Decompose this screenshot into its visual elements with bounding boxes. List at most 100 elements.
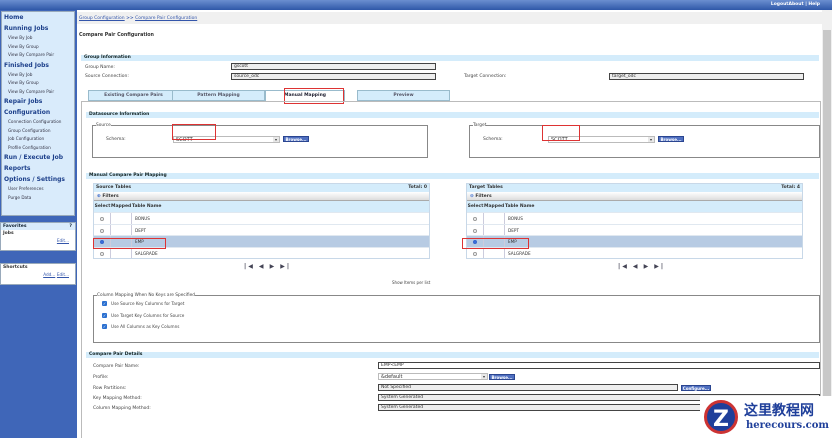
help-link[interactable]: Help (808, 2, 820, 7)
table-name-cell: SALGRADE (508, 250, 531, 256)
target-browse-button[interactable]: Browse... (658, 136, 684, 142)
profile-select[interactable]: &default ▾ (378, 373, 488, 380)
nav-options[interactable]: Options / Settings (2, 174, 74, 185)
group-info-header: Group Information (81, 55, 819, 61)
source-fieldset: Source Schema: SCOTT ▾ Browse... (92, 123, 428, 158)
row-radio[interactable] (94, 247, 111, 258)
breadcrumb-group-config[interactable]: Group Configuration (79, 16, 125, 21)
target-schema-label: Schema: (483, 137, 503, 142)
checkbox-label: Use Source Key Columns for Target (111, 301, 185, 307)
chevron-down-icon: ▾ (648, 137, 654, 142)
shortcuts-add-link[interactable]: Add... (43, 272, 55, 277)
table-row[interactable]: BONUS (467, 212, 802, 224)
mapped-cell (484, 224, 505, 235)
about-link[interactable]: About (788, 2, 803, 7)
nav-group-config[interactable]: Group Configuration (2, 127, 74, 136)
col-mapped[interactable]: Mapped (484, 201, 505, 212)
checkmark-icon: ✓ (102, 312, 107, 318)
source-browse-button[interactable]: Browse... (283, 136, 309, 142)
highlight-box (172, 124, 216, 140)
watermark-cn: 这里教程网 (744, 403, 814, 419)
mapped-cell (111, 213, 132, 224)
source-legend: Source (96, 123, 111, 128)
shortcuts-edit-link[interactable]: Edit... (57, 272, 69, 277)
table-row[interactable]: DEPT (94, 223, 429, 235)
nav-finished-by-pair[interactable]: View By Compare Pair (2, 88, 74, 97)
column-mapping-fieldset: Column Mapping When No Keys are Specifie… (93, 293, 820, 343)
mapping-header: Manual Compare Pair Mapping (86, 173, 819, 179)
filters-label: Filters (475, 194, 492, 199)
plus-circle-icon: ⊕ (97, 194, 101, 199)
row-partitions-label: Row Partitions: (93, 386, 127, 391)
nav-purge-data[interactable]: Purge Data (2, 194, 74, 203)
nav-user-preferences[interactable]: User Preferences (2, 185, 74, 194)
nav-running-by-job[interactable]: View By Job (2, 34, 74, 43)
target-tables-title: Target Tables (469, 185, 503, 190)
compare-pair-name-input[interactable]: EMP<EMP (378, 362, 820, 369)
col-select[interactable]: Select (467, 201, 484, 212)
nav-run-execute[interactable]: Run / Execute Job (2, 152, 74, 163)
target-fieldset: Target Schema: SCOTT ▾ Browse... (469, 123, 820, 158)
col-select[interactable]: Select (94, 201, 111, 212)
logout-link[interactable]: Logout (771, 2, 789, 7)
col-table-name[interactable]: Table Name (132, 201, 161, 212)
column-mapping-legend: Column Mapping When No Keys are Specifie… (97, 293, 195, 298)
nav-running-by-group[interactable]: View By Group (2, 43, 74, 52)
use-target-key-checkbox[interactable]: ✓ Use Target Key Columns for Source (94, 310, 819, 322)
nav-finished-jobs[interactable]: Finished Jobs (2, 60, 74, 71)
nav-home[interactable]: Home (2, 12, 74, 23)
target-filters-toggle[interactable]: ⊖ Filters (467, 192, 802, 201)
nav-running-jobs[interactable]: Running Jobs (2, 23, 74, 34)
source-schema-label: Schema: (106, 137, 126, 142)
help-icon[interactable]: ? (69, 223, 72, 230)
breadcrumb-compare-pair[interactable]: Compare Pair Configuration (135, 16, 197, 21)
breadcrumb: Group Configuration >> Compare Pair Conf… (77, 12, 822, 24)
source-filters-toggle[interactable]: ⊕ Filters (94, 192, 429, 201)
nav-reports[interactable]: Reports (2, 163, 74, 174)
scrollbar-thumb[interactable] (823, 30, 831, 420)
target-connection-field: target_odc (609, 73, 804, 80)
col-mapped[interactable]: Mapped (111, 201, 132, 212)
table-row[interactable]: BONUS (94, 212, 429, 224)
favorites-edit-link[interactable]: Edit... (57, 238, 69, 243)
source-pager[interactable]: |◀ ◀ ▶ ▶| (244, 263, 291, 270)
profile-browse-button[interactable]: Browse... (489, 374, 515, 380)
nav-profile-config[interactable]: Profile Configuration (2, 144, 74, 153)
source-tables-title-bar: Source Tables Total: 0 (94, 184, 429, 192)
row-radio[interactable] (94, 213, 111, 224)
nav-job-config[interactable]: Job Configuration (2, 135, 74, 144)
nav-configuration[interactable]: Configuration (2, 107, 74, 118)
nav-finished-by-group[interactable]: View By Group (2, 79, 74, 88)
target-pager[interactable]: |◀ ◀ ▶ ▶| (618, 263, 665, 270)
configure-button[interactable]: Configure... (681, 385, 711, 391)
favorites-panel: Favorites? Jobs Edit... (0, 222, 76, 251)
table-row[interactable]: DEPT (467, 223, 802, 235)
radio-icon (100, 251, 104, 256)
datasource-header: Datasource Information (86, 112, 819, 118)
top-links: LogoutAbout | Help (770, 2, 820, 7)
mapped-cell (111, 247, 132, 258)
use-all-columns-checkbox[interactable]: ✓ Use All Columns as Key Columns (94, 321, 819, 333)
row-radio[interactable] (467, 224, 484, 235)
vertical-scrollbar[interactable] (822, 10, 832, 438)
watermark-url: herecours.com (746, 420, 830, 431)
tab-existing-compare-pairs[interactable]: Existing Compare Pairs (88, 90, 179, 101)
row-radio[interactable] (94, 224, 111, 235)
row-radio[interactable] (467, 247, 484, 258)
radio-icon (473, 251, 477, 256)
minus-circle-icon: ⊖ (470, 194, 474, 199)
nav-finished-by-job[interactable]: View By Job (2, 71, 74, 80)
col-table-name[interactable]: Table Name (505, 201, 534, 212)
tab-pattern-mapping[interactable]: Pattern Mapping (172, 90, 265, 101)
group-name-label: Group Name: (85, 65, 115, 70)
row-radio[interactable] (467, 213, 484, 224)
tab-preview[interactable]: Preview (357, 90, 450, 101)
use-source-key-checkbox[interactable]: ✓ Use Source Key Columns for Target (94, 298, 819, 310)
highlight-box (93, 238, 166, 249)
nav-connection-config[interactable]: Connection Configuration (2, 118, 74, 127)
profile-value: &default (381, 374, 403, 380)
nav-running-by-pair[interactable]: View By Compare Pair (2, 51, 74, 60)
source-connection-label: Source Connection: (85, 74, 129, 79)
page-title: Compare Pair Configuration (79, 33, 154, 38)
nav-repair-jobs[interactable]: Repair Jobs (2, 96, 74, 107)
